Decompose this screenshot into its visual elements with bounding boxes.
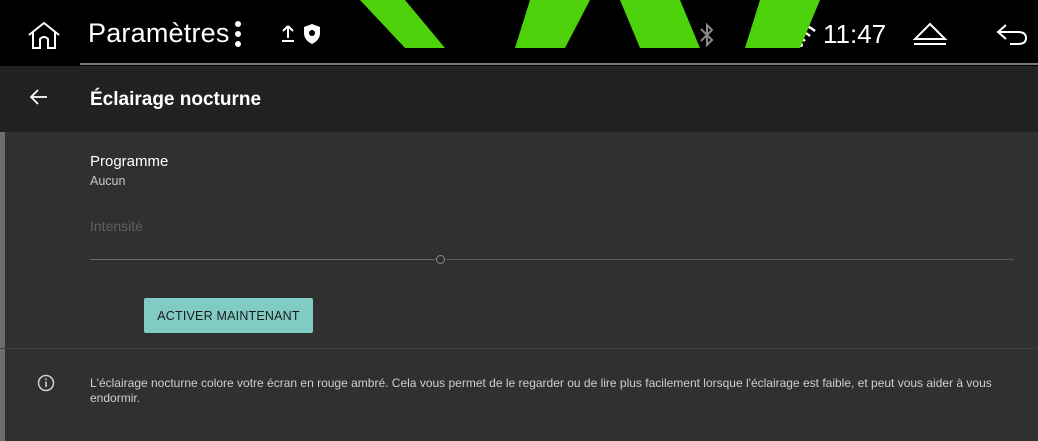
- activate-now-button[interactable]: ACTIVER MAINTENANT: [144, 298, 313, 333]
- schedule-value: Aucun: [90, 174, 126, 188]
- footer-description: L'éclairage nocturne colore votre écran …: [90, 376, 992, 405]
- divider: [0, 348, 1038, 349]
- slider-track-filled: [90, 259, 435, 260]
- green-overlay-shapes: [360, 0, 820, 48]
- window-edge: [0, 132, 5, 441]
- info-icon: [37, 374, 55, 397]
- schedule-title: Programme: [90, 153, 169, 170]
- intensity-label: Intensité: [90, 218, 143, 234]
- page-title: Éclairage nocturne: [90, 89, 262, 110]
- slider-track-empty: [446, 259, 1014, 260]
- screen: Paramètres 11:47 Éclairage nocturne Prog…: [0, 0, 1038, 441]
- arrow-left-icon[interactable]: [29, 89, 48, 110]
- slider-thumb[interactable]: [436, 255, 445, 264]
